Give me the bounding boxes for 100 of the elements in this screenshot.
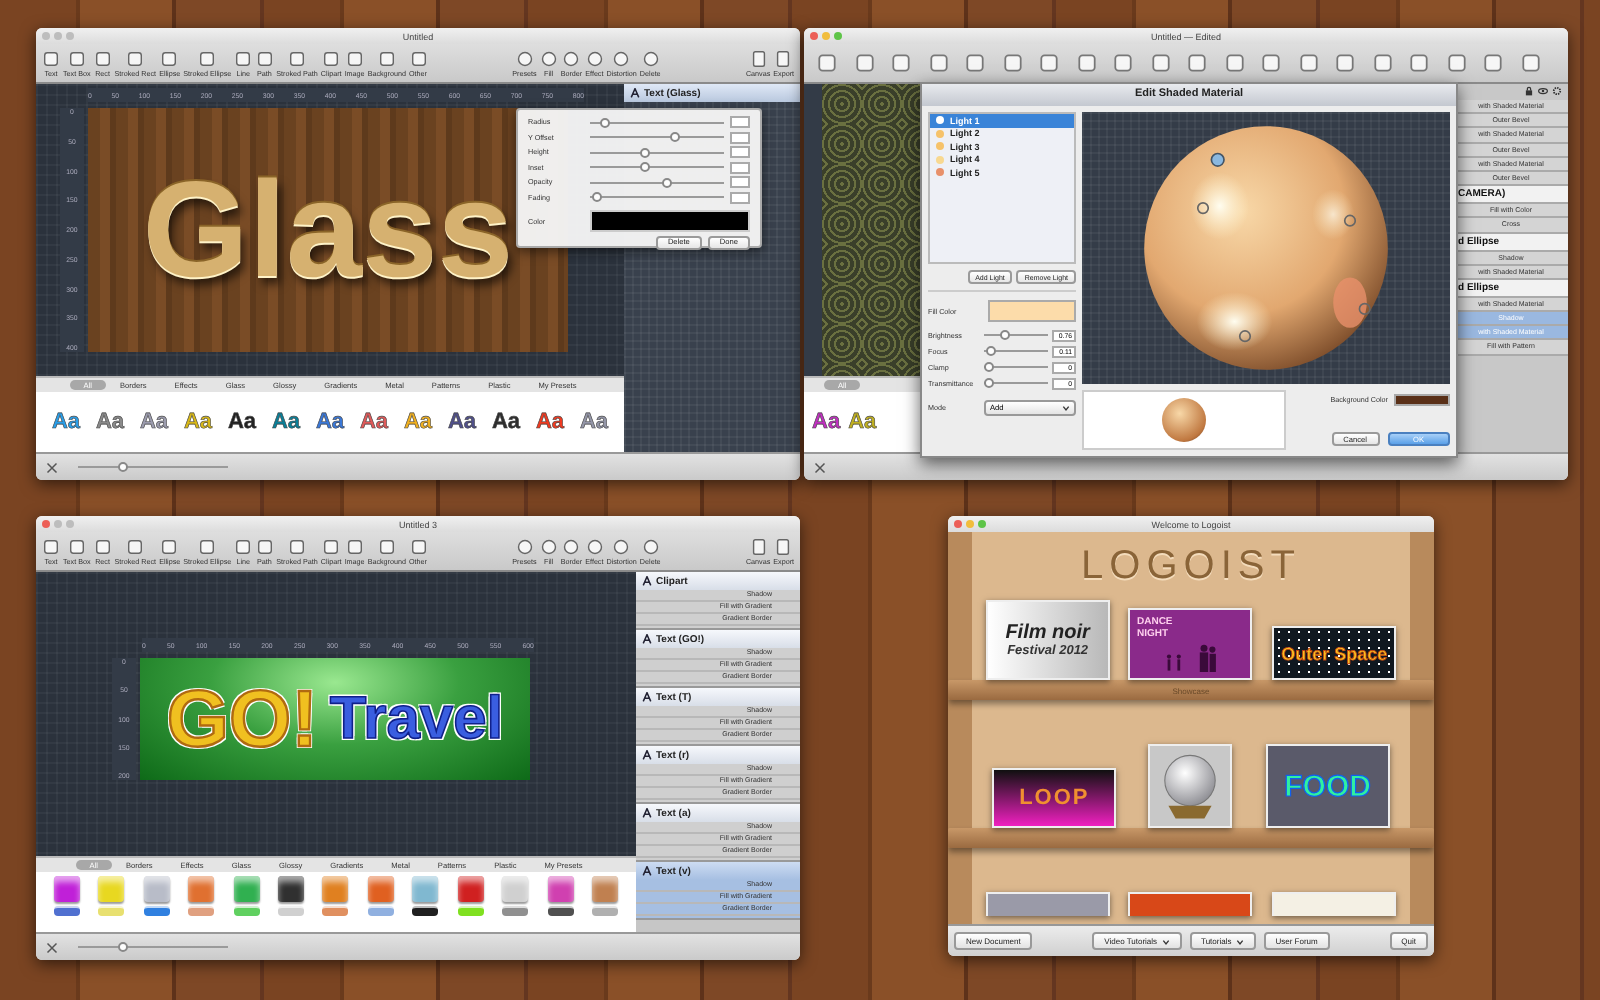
preset-swatch[interactable] [233,876,260,902]
logo-thumbnail[interactable] [1128,892,1253,916]
logo-text: Outer Space [1281,643,1388,663]
slider-thumb[interactable] [639,162,650,172]
tool-icon[interactable] [1297,52,1319,74]
preset-swatch[interactable] [98,906,125,916]
tool-icon[interactable] [1260,52,1282,74]
artwork-text: Glass [142,162,514,298]
preset-swatch[interactable] [188,876,215,902]
slider-thumb[interactable] [599,117,610,127]
preset-swatch[interactable]: Aa [447,411,477,433]
gear-icon[interactable] [1552,86,1562,96]
artwork-text: GO! [166,679,318,759]
slider[interactable] [984,362,1048,373]
preset-swatch[interactable] [322,876,349,902]
tool-icon[interactable] [1001,52,1023,74]
tool-icon[interactable] [1371,52,1393,74]
slider-thumb[interactable] [117,942,128,952]
preset-swatch[interactable] [98,876,125,902]
preset-swatch[interactable] [457,876,484,902]
tool-icon[interactable] [1519,52,1541,74]
tool-icon[interactable] [1149,52,1171,74]
slider[interactable] [590,177,724,187]
tool-icon[interactable] [927,52,949,74]
preset-swatch[interactable]: Aa [491,411,521,433]
artwork-text: Travel [329,689,504,749]
slider-thumb[interactable] [984,378,994,389]
tool-icon[interactable] [964,52,986,74]
preset-swatch[interactable]: Aa [315,411,345,433]
slider-thumb[interactable] [1000,330,1011,341]
preset-swatch[interactable] [53,876,80,902]
preset-swatch[interactable] [322,906,349,916]
logo-heading: LOGOIST [1079,542,1303,592]
text-layer-icon [642,692,652,702]
preset-swatch[interactable] [502,876,529,902]
color-well[interactable] [590,210,750,232]
tool-icon[interactable] [890,52,912,74]
slider-thumb[interactable] [639,147,650,157]
eye-icon[interactable] [1538,86,1548,96]
slider[interactable] [590,192,724,202]
slider[interactable] [590,132,724,142]
preset-swatch[interactable] [592,906,619,916]
logo-thumbnail[interactable] [985,892,1110,916]
logo-thumbnail[interactable] [1148,744,1233,828]
preset-swatch[interactable] [502,906,529,916]
logo-thumbnail[interactable]: FOOD [1265,744,1390,828]
slider[interactable] [590,117,724,127]
preset-swatch[interactable] [412,876,439,902]
tools-icon [814,461,826,473]
preset-swatch[interactable] [367,906,394,916]
slider-thumb[interactable] [984,362,994,373]
color-well[interactable] [1394,394,1450,406]
logo-thumbnail[interactable]: LOOP [992,768,1117,828]
tool-icon[interactable] [1038,52,1060,74]
tool-icon[interactable] [1075,52,1097,74]
slider[interactable] [590,162,724,172]
preset-swatch[interactable] [592,876,619,902]
logo-thumbnail[interactable]: Outer Space [1272,626,1397,680]
preset-swatch[interactable] [188,906,215,916]
slider[interactable] [984,330,1048,341]
tool-icon[interactable] [1445,52,1467,74]
text-layer-icon [642,866,652,876]
preset-swatch[interactable] [277,876,304,902]
tool-icon[interactable] [1223,52,1245,74]
preset-swatch[interactable] [457,906,484,916]
preset-swatch[interactable] [143,906,170,916]
text-layer-icon [642,750,652,760]
preset-swatch[interactable]: Aa [227,411,257,433]
lock-icon[interactable] [1524,86,1534,96]
slider-thumb[interactable] [661,177,672,187]
slider-thumb[interactable] [986,346,997,357]
tool-icon[interactable] [1482,52,1504,74]
slider[interactable] [590,147,724,157]
slider-thumb[interactable] [117,462,128,472]
tool-icon[interactable] [853,52,875,74]
tool-icon[interactable] [1408,52,1430,74]
slider-thumb[interactable] [670,132,681,142]
color-well[interactable] [988,300,1076,322]
slider-thumb[interactable] [592,192,603,202]
slider[interactable] [984,378,1048,389]
preset-swatch[interactable] [233,906,260,916]
preset-swatch[interactable] [143,876,170,902]
preset-swatch[interactable] [367,876,394,902]
preset-swatch[interactable]: Aa [535,411,565,433]
tool-icon[interactable] [1112,52,1134,74]
preset-swatch[interactable] [412,906,439,916]
preset-swatch[interactable]: Aa [271,411,301,433]
tool-icon[interactable] [816,52,838,74]
preset-swatch[interactable] [53,906,80,916]
preset-swatch[interactable]: Aa [95,411,125,433]
preset-swatch[interactable] [277,906,304,916]
preset-swatch[interactable]: Aa [359,411,389,433]
slider[interactable] [984,346,1048,357]
preset-swatch[interactable] [547,876,574,902]
preset-swatch[interactable] [547,906,574,916]
logo-thumbnail[interactable] [1272,892,1397,916]
caret-icon [1161,937,1170,945]
tool-icon[interactable] [1186,52,1208,74]
preset-swatch[interactable]: Aa [812,411,841,433]
tool-icon[interactable] [1334,52,1356,74]
